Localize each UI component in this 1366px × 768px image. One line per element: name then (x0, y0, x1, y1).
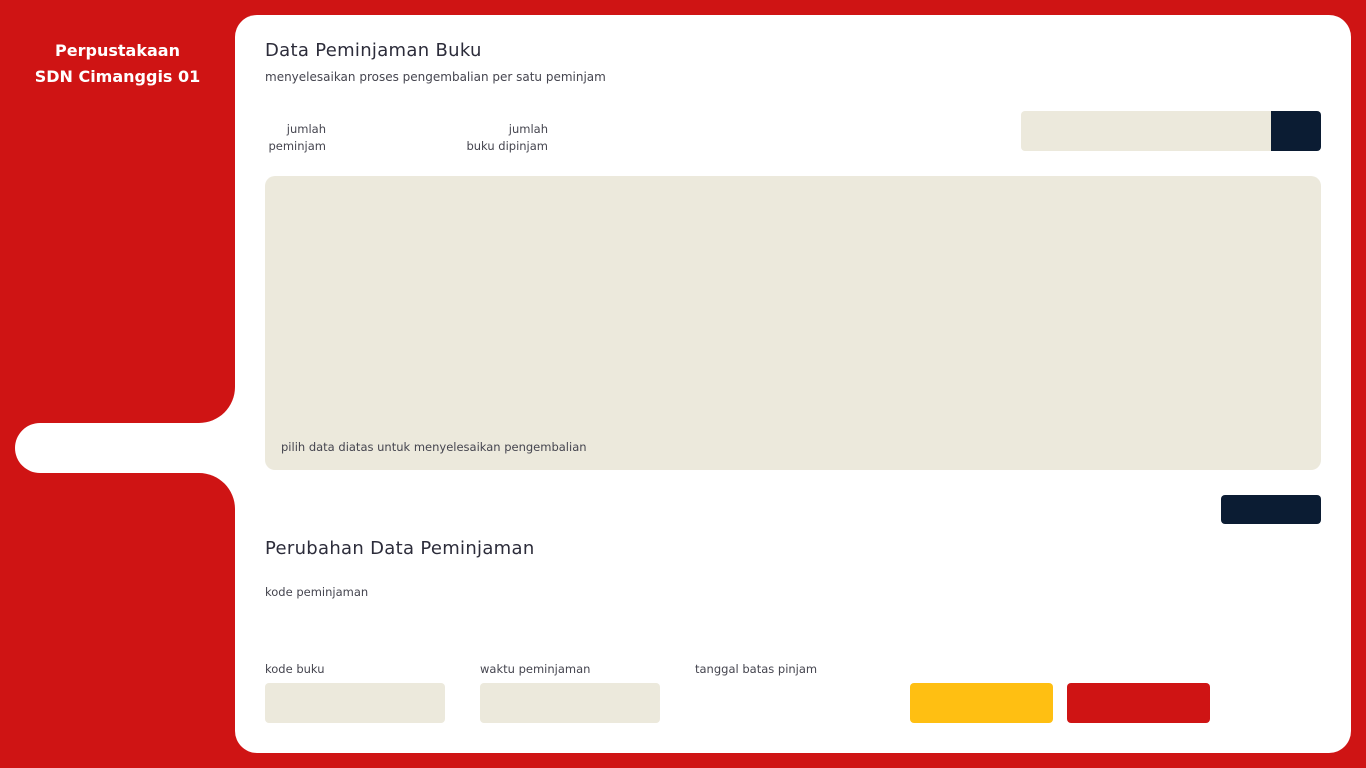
edit-section-title: Perubahan Data Peminjaman (265, 538, 535, 559)
main-panel: Data Peminjaman Buku menyelesaikan prose… (235, 15, 1351, 753)
borrow-data-panel[interactable]: pilih data diatas untuk menyelesaikan pe… (265, 176, 1321, 470)
kode-buku-label: kode buku (265, 662, 325, 676)
kode-peminjaman-label: kode peminjaman (265, 585, 369, 599)
tanggal-batas-pinjam-label: tanggal batas pinjam (695, 662, 818, 676)
page-subtitle: menyelesaikan proses pengembalian per sa… (265, 70, 606, 84)
page-title: Data Peminjaman Buku (265, 40, 482, 61)
delete-button[interactable] (1067, 683, 1210, 723)
kode-buku-field[interactable] (265, 683, 445, 723)
waktu-peminjaman-field[interactable] (480, 683, 660, 723)
process-return-button[interactable] (1221, 495, 1321, 524)
update-button[interactable] (910, 683, 1053, 723)
search-button[interactable] (1271, 111, 1321, 151)
sidebar-item-active[interactable] (15, 423, 245, 473)
search-input[interactable] (1021, 111, 1271, 151)
panel-hint-text: pilih data diatas untuk menyelesaikan pe… (281, 440, 587, 454)
brand-line-2: SDN Cimanggis 01 (34, 67, 201, 86)
stat-jumlah-buku-dipinjam: jumlah buku dipinjam (466, 122, 548, 153)
brand-title: Perpustakaan SDN Cimanggis 01 (0, 38, 235, 90)
brand-line-1: Perpustakaan (55, 41, 180, 60)
stat-jumlah-peminjam: jumlah peminjam (268, 122, 326, 153)
app-root: Perpustakaan SDN Cimanggis 01 Data Pemin… (0, 0, 1366, 768)
waktu-peminjaman-label: waktu peminjaman (480, 662, 591, 676)
